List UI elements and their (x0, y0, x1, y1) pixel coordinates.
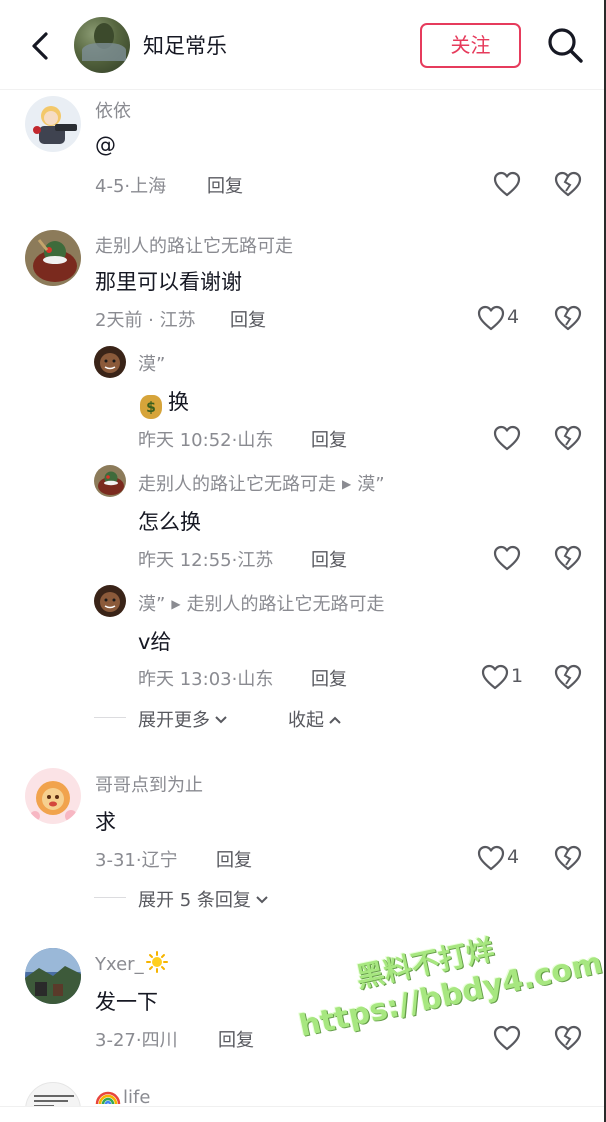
broken-heart-icon[interactable] (554, 664, 582, 690)
comment-username[interactable]: 走别人的路让它无路可走 (95, 232, 293, 258)
like-count: 4 (507, 306, 520, 328)
heart-outline-icon[interactable] (477, 305, 505, 331)
reply-location: 江苏 (237, 550, 274, 571)
reply-button[interactable]: 回复 (311, 546, 347, 572)
heart-outline-icon[interactable] (481, 664, 509, 690)
avatar[interactable] (25, 768, 81, 824)
broken-heart-icon[interactable] (554, 425, 582, 451)
reply-to-user[interactable]: 漠” (357, 474, 384, 495)
comment-date: 3-31 (95, 850, 136, 871)
collapse-button[interactable]: 收起 (288, 706, 342, 732)
comment-username: Yxer_ (95, 951, 168, 975)
bottom-bar (0, 1106, 606, 1122)
chevron-up-icon (329, 716, 341, 724)
divider (94, 897, 126, 898)
reply-button[interactable]: 回复 (311, 665, 347, 691)
reply-date: 昨天 13:03 (138, 669, 232, 690)
like-count: 4 (507, 846, 520, 868)
reply-date: 昨天 10:52 (138, 430, 232, 451)
sun-icon (145, 951, 168, 973)
avatar[interactable] (94, 346, 126, 378)
reply-meta: 昨天 10:52·山东 (138, 430, 274, 451)
reply-button[interactable]: 回复 (218, 1026, 254, 1052)
top-bar: 知足常乐 关注 (0, 0, 606, 90)
reply-username: 漠” ▶ 走别人的路让它无路可走 (138, 594, 385, 615)
comment-page: 知足常乐 关注 依依 @ 4-5·上海 回复 走别人的路让它无路可走 那里可以看… (0, 0, 606, 1122)
reply-date: 昨天 12:55 (138, 550, 232, 571)
comment-username[interactable]: 哥哥点到为止 (95, 771, 203, 797)
reply-text: $ 换 (140, 386, 189, 419)
heart-outline-icon[interactable] (493, 1025, 521, 1051)
broken-heart-icon[interactable] (554, 1025, 582, 1051)
comment-date: 3-27 (95, 1030, 136, 1051)
expand-more-button[interactable]: 展开更多 (138, 706, 228, 732)
author-avatar[interactable] (74, 17, 130, 73)
broken-heart-icon[interactable] (554, 545, 582, 571)
comment-text: 发一下 (95, 990, 158, 1014)
reply-text: v给 (138, 630, 172, 654)
broken-heart-icon[interactable] (554, 305, 582, 331)
reply-to-user[interactable]: 走别人的路让它无路可走 (187, 594, 385, 615)
reply-location: 山东 (237, 669, 274, 690)
comment-meta: 2天前 · 江苏 (95, 310, 196, 331)
divider (94, 717, 126, 718)
search-button[interactable] (544, 24, 586, 66)
reply-button[interactable]: 回复 (207, 172, 243, 198)
avatar[interactable] (94, 585, 126, 617)
heart-outline-icon[interactable] (493, 425, 521, 451)
comment-date: 2天前 (95, 310, 143, 331)
comment-date: 4-5 (95, 176, 125, 197)
comment-text: 那里可以看谢谢 (95, 270, 242, 294)
avatar[interactable] (25, 96, 81, 152)
follow-button[interactable]: 关注 (420, 23, 521, 68)
author-name[interactable]: 知足常乐 (143, 30, 227, 60)
comment-location: 江苏 (159, 310, 196, 331)
expand-replies-button[interactable]: 展开 5 条回复 (138, 886, 269, 912)
reply-meta: 昨天 12:55·江苏 (138, 550, 274, 571)
search-icon (548, 28, 583, 63)
broken-heart-icon[interactable] (554, 845, 582, 871)
reply-text: 怎么换 (138, 510, 201, 534)
comment-meta: 3-27·四川 (95, 1030, 178, 1051)
reply-location: 山东 (237, 430, 274, 451)
avatar[interactable] (94, 465, 126, 497)
reply-button[interactable]: 回复 (311, 426, 347, 452)
comment-username[interactable]: 依依 (95, 97, 131, 123)
comment-text: 求 (95, 810, 116, 834)
heart-outline-icon[interactable] (493, 545, 521, 571)
comment-location: 辽宁 (141, 850, 178, 871)
reply-username: 走别人的路让它无路可走 ▶ 漠” (138, 474, 385, 495)
reply-meta: 昨天 13:03·山东 (138, 669, 274, 690)
reply-to-arrow-icon: ▶ (342, 477, 352, 491)
comment-location: 四川 (141, 1030, 178, 1051)
like-count: 1 (511, 665, 524, 687)
reply-to-arrow-icon: ▶ (171, 597, 181, 611)
reply-username[interactable]: 漠” (138, 350, 165, 376)
heart-outline-icon[interactable] (477, 845, 505, 871)
chevron-down-icon (256, 896, 268, 904)
reply-button[interactable]: 回复 (216, 846, 252, 872)
heart-outline-icon[interactable] (493, 171, 521, 197)
money-bag-icon: $ (140, 395, 162, 419)
chevron-left-icon (32, 32, 48, 60)
comment-meta: 4-5·上海 (95, 176, 167, 197)
broken-heart-icon[interactable] (554, 171, 582, 197)
comment-location: 上海 (130, 176, 167, 197)
comment-username: life (95, 1084, 150, 1108)
comment-meta: 3-31·辽宁 (95, 850, 178, 871)
reply-button[interactable]: 回复 (230, 306, 266, 332)
avatar[interactable] (25, 230, 81, 286)
chevron-down-icon (215, 716, 227, 724)
back-button[interactable] (24, 26, 58, 66)
avatar[interactable] (25, 948, 81, 1004)
comment-text: @ (95, 133, 116, 157)
rainbow-icon (95, 1091, 121, 1105)
